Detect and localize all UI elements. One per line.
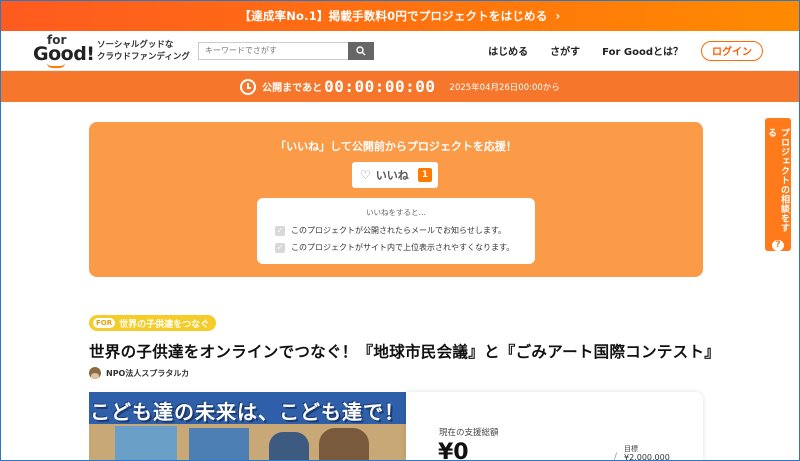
- separator: /: [614, 452, 618, 461]
- tagline: ソーシャルグッドな クラウドファンディング: [97, 39, 190, 63]
- like-button[interactable]: ♡ いいね 1: [352, 162, 438, 188]
- like-button-label: いいね: [375, 169, 409, 182]
- image-banner-text: こども達の未来は、こども達で！: [90, 400, 405, 424]
- like-panel: 「いいね」して公開前からプロジェクトを応援！ ♡ いいね 1 いいねをすると… …: [89, 122, 703, 277]
- nav-about[interactable]: For Goodとは？: [602, 43, 683, 58]
- search-button[interactable]: [347, 41, 374, 60]
- search-input[interactable]: [197, 41, 348, 60]
- heart-icon: ♡: [360, 168, 371, 182]
- benefit-item: ✓ このプロジェクトがサイト内で上位表示されやすくなります。: [275, 242, 535, 253]
- image-scene: [89, 424, 406, 461]
- benefit-item: ✓ このプロジェクトが公開されたらメールでお知らせします。: [275, 225, 535, 236]
- nav-search[interactable]: さがす: [550, 43, 580, 58]
- checkbox-icon: ✓: [275, 225, 285, 236]
- image-screen: [115, 426, 177, 461]
- question-icon: ?: [772, 239, 784, 251]
- consult-side-tab[interactable]: プロジェクトの相談をする ?: [765, 118, 791, 251]
- image-person: [269, 432, 309, 461]
- promo-text: 【達成率No.1】掲載手数料0円でプロジェクトをはじめる: [239, 9, 548, 23]
- countdown-bar: 公開まであと 00:00:00:00 2025年04月26日00:00から: [1, 71, 799, 102]
- like-panel-title: 「いいね」して公開前からプロジェクトを応援！: [275, 140, 517, 153]
- current-total-label: 現在の支援総額: [439, 428, 499, 438]
- checkbox-icon: ✓: [275, 242, 285, 253]
- login-button[interactable]: ログイン: [701, 40, 763, 61]
- chevron-right-icon: ›: [555, 9, 561, 23]
- category-label: 世界の子供達をつなぐ: [119, 319, 210, 330]
- goal-amount: ¥2,000,000: [624, 453, 670, 461]
- project-main-image: こども達の未来は、こども達で！: [89, 392, 406, 461]
- project-title: 世界の子供達をオンラインでつなぐ！『地球市民会議』と『ごみアート国際コンテスト』: [89, 343, 721, 361]
- category-tag[interactable]: FOR 世界の子供達をつなぐ: [89, 315, 217, 331]
- funding-stats-card: 現在の支援総額 ¥0 / 目標 ¥2,000,000: [406, 392, 703, 461]
- benefit-text: このプロジェクトがサイト内で上位表示されやすくなります。: [291, 243, 515, 252]
- logo-good: Good!: [33, 42, 95, 65]
- project-owner[interactable]: NPO法人スプラタルカ: [89, 367, 189, 379]
- nav-start[interactable]: はじめる: [488, 43, 528, 58]
- consult-side-tab-label: プロジェクトの相談をする: [766, 128, 789, 233]
- countdown-date: 2025年04月26日00:00から: [449, 82, 560, 93]
- countdown-label: 公開まであと: [262, 83, 323, 94]
- search-icon: [356, 45, 366, 55]
- owner-name: NPO法人スプラタルカ: [106, 368, 190, 378]
- promo-banner[interactable]: 【達成率No.1】掲載手数料0円でプロジェクトをはじめる ›: [1, 1, 799, 31]
- site-header: for Good! ソーシャルグッドな クラウドファンディング はじめる さがす…: [1, 31, 799, 71]
- main-nav: はじめる さがす For Goodとは？ ログイン: [466, 40, 763, 61]
- search-box: [197, 41, 374, 60]
- current-total-amount: ¥0: [438, 440, 469, 461]
- tagline-line1: ソーシャルグッドな: [97, 39, 174, 50]
- clock-icon: [240, 78, 257, 95]
- tagline-line2: クラウドファンディング: [97, 51, 190, 62]
- like-benefits-heading: いいねをすると…: [366, 208, 426, 217]
- for-good-logo[interactable]: for Good!: [33, 33, 95, 69]
- benefit-text: このプロジェクトが公開されたらメールでお知らせします。: [291, 226, 507, 235]
- image-person: [319, 428, 369, 461]
- category-badge: FOR: [93, 318, 116, 328]
- like-count-badge: 1: [418, 168, 432, 182]
- image-screen: [189, 428, 249, 461]
- countdown-time: 00:00:00:00: [324, 77, 436, 96]
- logo-smile-icon: [47, 63, 65, 68]
- avatar: [89, 367, 101, 379]
- like-benefits-box: いいねをすると… ✓ このプロジェクトが公開されたらメールでお知らせします。 ✓…: [257, 198, 535, 264]
